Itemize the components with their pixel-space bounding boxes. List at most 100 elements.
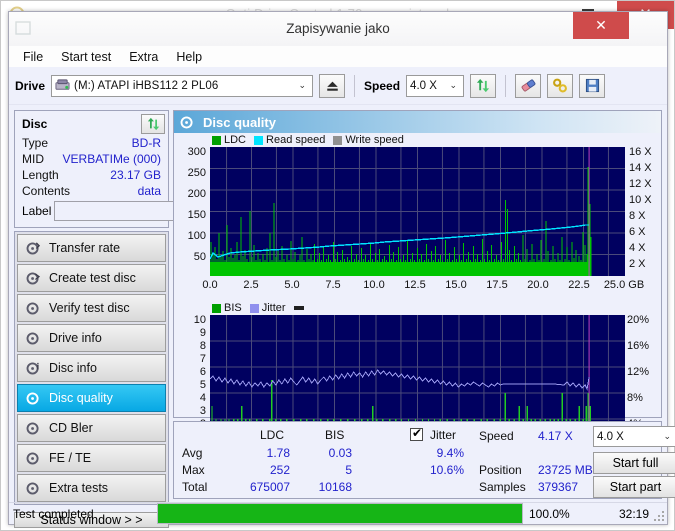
ldc-xtick: 15.0 [445, 279, 467, 291]
ldc-xtick: 20.0 [527, 279, 549, 291]
disc-panel-header: Disc [18, 113, 165, 135]
stats-max-ldc: 252 [269, 463, 290, 477]
sidebar-item-drive-info[interactable]: Drive info [17, 324, 166, 352]
main-area: Disc Type BD-R MID VERBATIMe (000) Lengt… [9, 105, 675, 528]
erase-disc-icon [521, 79, 535, 92]
sidebar-item-label: Extra tests [49, 481, 109, 495]
sidebar-item-label: Drive info [49, 331, 102, 345]
test-speed-select[interactable]: 4.0 X ⌄ [593, 426, 675, 447]
disc-bler-icon [26, 421, 39, 435]
toolbar: Drive (M:) ATAPI iHBS112 2 PL06 ⌄ Speed … [9, 67, 667, 105]
legend-swatch-write-speed [333, 135, 343, 145]
menu-item-file[interactable]: File [15, 48, 51, 66]
stats-value-speed: 4.17 X [538, 429, 573, 443]
stats-header-jitter: Jitter [430, 428, 457, 442]
stats-header-ldc: LDC [260, 428, 285, 442]
eject-button[interactable] [319, 73, 346, 98]
ldc-xtick: 25.0 GB [603, 279, 645, 291]
disc-refresh-button[interactable] [141, 114, 165, 134]
legend-swatch-jitter [249, 303, 259, 313]
disc-panel-title: Disc [22, 117, 48, 131]
sidebar-item-create-test-disc[interactable]: Create test disc [17, 264, 166, 292]
legend-item-extra [293, 306, 304, 310]
ldc-chart-legend: LDC Read speed Write speed [212, 134, 409, 146]
jitter-checkbox[interactable] [410, 426, 423, 441]
disc-quality-panel: Disc quality LDC Read speed Write speed … [173, 110, 662, 456]
ldc-ytick: 200 [187, 188, 206, 200]
disc-row-length: Length 23.17 GB [18, 167, 165, 183]
graph-panel-header: Disc quality [174, 111, 661, 133]
legend-swatch-ldc [212, 135, 221, 145]
speed-select[interactable]: 4.0 X ⌄ [406, 74, 465, 97]
refresh-icon [476, 78, 490, 93]
save-button[interactable] [579, 73, 606, 98]
ldc-chart[interactable]: LDC Read speed Write speed 300 250 200 1… [174, 133, 661, 303]
progress-bar-fill [158, 504, 522, 523]
menu-item-start-test[interactable]: Start test [53, 48, 119, 66]
resize-grip[interactable] [653, 503, 667, 524]
menu-item-help[interactable]: Help [168, 48, 210, 66]
disc-row-type: Type BD-R [18, 135, 165, 151]
speed-value: 4.0 X [410, 79, 437, 92]
tools-button[interactable] [547, 73, 574, 98]
window-close-button[interactable]: ✕ [573, 12, 629, 39]
sidebar-item-label: Create test disc [49, 271, 136, 285]
stats-row-label-total: Total [182, 480, 208, 494]
stats-total-ldc: 675007 [249, 480, 290, 494]
disc-row-key: Contents [22, 184, 71, 198]
menu-item-extra[interactable]: Extra [121, 48, 166, 66]
ldc-xtick: 7.5 [325, 279, 341, 291]
legend-item-jitter: Jitter [249, 302, 286, 314]
sidebar-item-label: Disc info [49, 361, 97, 375]
chevron-down-icon: ⌄ [663, 431, 671, 441]
stats-avg-bis: 0.03 [328, 446, 352, 460]
elapsed-time: 32:19 [618, 506, 649, 521]
disc-create-icon [26, 271, 41, 285]
disc-row-key: Type [22, 136, 49, 150]
start-part-button[interactable]: Start part [593, 476, 675, 498]
drive-select[interactable]: (M:) ATAPI iHBS112 2 PL06 ⌄ [51, 74, 314, 97]
sidebar-item-label: Transfer rate [49, 241, 121, 255]
jitter-ytick: 16% [627, 340, 650, 352]
ldc-xtick: 0.0 [202, 279, 218, 291]
disc-transfer-icon [26, 241, 41, 255]
stats-label-samples: Samples [479, 480, 526, 494]
eject-icon [326, 81, 338, 91]
bis-ytick: 3 [199, 405, 206, 417]
sidebar-item-label: FE / TE [49, 451, 92, 465]
stats-value-samples: 379367 [538, 480, 579, 494]
sidebar-item-verify-test-disc[interactable]: Verify test disc [17, 294, 166, 322]
stats-value-position: 23725 MB [538, 463, 593, 477]
save-floppy-icon [585, 78, 599, 93]
legend-label: Jitter [261, 302, 286, 314]
sidebar-item-cd-bler[interactable]: CD Bler [17, 414, 166, 442]
speed-ytick: 2 X [629, 258, 646, 270]
disc-row-key: Length [22, 168, 59, 182]
disc-label-row: Label [18, 199, 255, 223]
progress-bar [157, 503, 523, 524]
ldc-plot-canvas [210, 147, 625, 276]
sidebar-item-disc-info[interactable]: Disc info [17, 354, 166, 382]
bis-chart-legend: BIS Jitter [212, 302, 309, 314]
sidebar-item-extra-tests[interactable]: Extra tests [17, 474, 166, 502]
menubar: File Start test Extra Help [9, 46, 667, 67]
sidebar-item-fe-te[interactable]: FE / TE [17, 444, 166, 472]
disc-fete-icon [26, 451, 39, 465]
disc-row-value: data [137, 184, 161, 198]
refresh-button[interactable] [470, 73, 497, 98]
disc-quality-icon [180, 115, 193, 129]
stats-row-label-avg: Avg [182, 446, 203, 460]
erase-disc-button[interactable] [515, 73, 542, 98]
start-full-button[interactable]: Start full [593, 452, 675, 474]
ldc-ytick: 150 [187, 209, 206, 221]
sidebar-item-disc-quality[interactable]: Disc quality [17, 384, 166, 412]
speed-ytick: 6 X [629, 226, 646, 238]
chevron-down-icon: ⌄ [449, 80, 458, 90]
ldc-xtick: 10.0 [363, 279, 385, 291]
stats-panel: LDC BIS Jitter Avg 1.78 0.03 9.4% Max 25… [173, 421, 675, 499]
legend-swatch-bis [212, 303, 221, 313]
sidebar-item-transfer-rate[interactable]: Transfer rate [17, 234, 166, 262]
speed-ytick: 16 X [629, 146, 652, 158]
bis-ytick: 10 [193, 314, 206, 326]
disc-drive-icon [26, 331, 39, 345]
